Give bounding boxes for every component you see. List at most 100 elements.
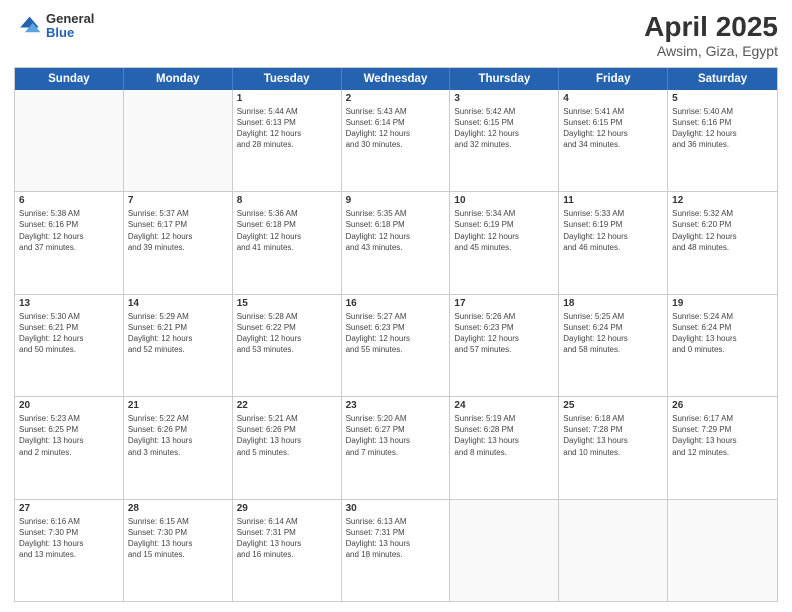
day-number: 2 (346, 93, 446, 104)
page: General Blue April 2025 Awsim, Giza, Egy… (0, 0, 792, 612)
logo-line1: General (46, 12, 94, 26)
calendar-week: 20 Sunrise: 5:23 AM Sunset: 6:25 PM Dayli… (15, 396, 777, 498)
day-info: Sunrise: 5:28 AM Sunset: 6:22 PM Dayligh… (237, 311, 337, 356)
calendar-body: 1Sunrise: 5:44 AM Sunset: 6:13 PM Daylig… (15, 90, 777, 601)
day-number: 29 (237, 503, 337, 514)
calendar-cell: 13 Sunrise: 5:30 AM Sunset: 6:21 PM Dayli… (15, 295, 124, 396)
calendar-cell (15, 90, 124, 191)
subtitle: Awsim, Giza, Egypt (644, 43, 778, 59)
day-info: Sunrise: 5:43 AM Sunset: 6:14 PM Dayligh… (346, 106, 446, 151)
day-info: Sunrise: 5:23 AM Sunset: 6:25 PM Dayligh… (19, 413, 119, 458)
day-number: 30 (346, 503, 446, 514)
day-info: Sunrise: 5:26 AM Sunset: 6:23 PM Dayligh… (454, 311, 554, 356)
day-number: 7 (128, 195, 228, 206)
day-info: Sunrise: 5:41 AM Sunset: 6:15 PM Dayligh… (563, 106, 663, 151)
day-number: 27 (19, 503, 119, 514)
day-info: Sunrise: 5:25 AM Sunset: 6:24 PM Dayligh… (563, 311, 663, 356)
calendar-week: 13 Sunrise: 5:30 AM Sunset: 6:21 PM Dayli… (15, 294, 777, 396)
calendar-cell: 17 Sunrise: 5:26 AM Sunset: 6:23 PM Dayli… (450, 295, 559, 396)
day-info: Sunrise: 5:24 AM Sunset: 6:24 PM Dayligh… (672, 311, 773, 356)
day-info: Sunrise: 5:42 AM Sunset: 6:15 PM Dayligh… (454, 106, 554, 151)
day-info: Sunrise: 6:16 AM Sunset: 7:30 PM Dayligh… (19, 516, 119, 561)
calendar-cell: 2 Sunrise: 5:43 AM Sunset: 6:14 PM Daylig… (342, 90, 451, 191)
day-number: 18 (563, 298, 663, 309)
day-info: Sunrise: 5:29 AM Sunset: 6:21 PM Dayligh… (128, 311, 228, 356)
day-number: 26 (672, 400, 773, 411)
day-number: 3 (454, 93, 554, 104)
day-info: Sunrise: 5:30 AM Sunset: 6:21 PM Dayligh… (19, 311, 119, 356)
calendar-cell: 9 Sunrise: 5:35 AM Sunset: 6:18 PM Daylig… (342, 192, 451, 293)
day-number: 25 (563, 400, 663, 411)
day-info: Sunrise: 5:40 AM Sunset: 6:16 PM Dayligh… (672, 106, 773, 151)
main-title: April 2025 (644, 12, 778, 43)
day-info: Sunrise: 5:27 AM Sunset: 6:23 PM Dayligh… (346, 311, 446, 356)
day-number: 16 (346, 298, 446, 309)
day-number: 13 (19, 298, 119, 309)
calendar-cell: 21Sunrise: 5:22 AM Sunset: 6:26 PM Dayli… (124, 397, 233, 498)
day-number: 8 (237, 195, 337, 206)
calendar-week: 27 Sunrise: 6:16 AM Sunset: 7:30 PM Dayli… (15, 499, 777, 601)
calendar-cell: 4Sunrise: 5:41 AM Sunset: 6:15 PM Daylig… (559, 90, 668, 191)
day-info: Sunrise: 5:36 AM Sunset: 6:18 PM Dayligh… (237, 208, 337, 253)
logo-text: General Blue (46, 12, 94, 41)
day-number: 23 (346, 400, 446, 411)
calendar-cell: 7 Sunrise: 5:37 AM Sunset: 6:17 PM Daylig… (124, 192, 233, 293)
calendar-cell (559, 500, 668, 601)
calendar-cell: 19 Sunrise: 5:24 AM Sunset: 6:24 PM Dayli… (668, 295, 777, 396)
day-info: Sunrise: 5:38 AM Sunset: 6:16 PM Dayligh… (19, 208, 119, 253)
day-number: 28 (128, 503, 228, 514)
calendar-week: 1Sunrise: 5:44 AM Sunset: 6:13 PM Daylig… (15, 90, 777, 191)
calendar-cell: 29 Sunrise: 6:14 AM Sunset: 7:31 PM Dayli… (233, 500, 342, 601)
day-info: Sunrise: 5:21 AM Sunset: 6:26 PM Dayligh… (237, 413, 337, 458)
day-info: Sunrise: 6:17 AM Sunset: 7:29 PM Dayligh… (672, 413, 773, 458)
day-number: 11 (563, 195, 663, 206)
day-number: 22 (237, 400, 337, 411)
calendar-cell: 27 Sunrise: 6:16 AM Sunset: 7:30 PM Dayli… (15, 500, 124, 601)
day-info: Sunrise: 6:15 AM Sunset: 7:30 PM Dayligh… (128, 516, 228, 561)
day-number: 15 (237, 298, 337, 309)
calendar-header-cell: Saturday (668, 68, 777, 90)
calendar-cell: 11Sunrise: 5:33 AM Sunset: 6:19 PM Dayli… (559, 192, 668, 293)
header: General Blue April 2025 Awsim, Giza, Egy… (14, 12, 778, 59)
calendar-cell: 30 Sunrise: 6:13 AM Sunset: 7:31 PM Dayli… (342, 500, 451, 601)
logo: General Blue (14, 12, 94, 41)
day-info: Sunrise: 5:35 AM Sunset: 6:18 PM Dayligh… (346, 208, 446, 253)
day-info: Sunrise: 6:13 AM Sunset: 7:31 PM Dayligh… (346, 516, 446, 561)
calendar-cell: 10 Sunrise: 5:34 AM Sunset: 6:19 PM Dayli… (450, 192, 559, 293)
calendar-cell: 8 Sunrise: 5:36 AM Sunset: 6:18 PM Daylig… (233, 192, 342, 293)
day-info: Sunrise: 5:37 AM Sunset: 6:17 PM Dayligh… (128, 208, 228, 253)
calendar-cell: 6Sunrise: 5:38 AM Sunset: 6:16 PM Daylig… (15, 192, 124, 293)
day-info: Sunrise: 5:20 AM Sunset: 6:27 PM Dayligh… (346, 413, 446, 458)
calendar-cell (668, 500, 777, 601)
day-info: Sunrise: 5:32 AM Sunset: 6:20 PM Dayligh… (672, 208, 773, 253)
calendar-cell: 22 Sunrise: 5:21 AM Sunset: 6:26 PM Dayli… (233, 397, 342, 498)
day-info: Sunrise: 6:14 AM Sunset: 7:31 PM Dayligh… (237, 516, 337, 561)
calendar-cell: 28 Sunrise: 6:15 AM Sunset: 7:30 PM Dayli… (124, 500, 233, 601)
calendar-cell (124, 90, 233, 191)
calendar-header-cell: Monday (124, 68, 233, 90)
calendar-header-cell: Friday (559, 68, 668, 90)
calendar-cell: 25 Sunrise: 6:18 AM Sunset: 7:28 PM Dayli… (559, 397, 668, 498)
calendar-cell: 12 Sunrise: 5:32 AM Sunset: 6:20 PM Dayli… (668, 192, 777, 293)
calendar-cell: 14 Sunrise: 5:29 AM Sunset: 6:21 PM Dayli… (124, 295, 233, 396)
calendar-cell: 20 Sunrise: 5:23 AM Sunset: 6:25 PM Dayli… (15, 397, 124, 498)
calendar-cell: 5 Sunrise: 5:40 AM Sunset: 6:16 PM Daylig… (668, 90, 777, 191)
calendar-cell: 23 Sunrise: 5:20 AM Sunset: 6:27 PM Dayli… (342, 397, 451, 498)
calendar-cell: 16 Sunrise: 5:27 AM Sunset: 6:23 PM Dayli… (342, 295, 451, 396)
day-number: 14 (128, 298, 228, 309)
calendar-cell: 15 Sunrise: 5:28 AM Sunset: 6:22 PM Dayli… (233, 295, 342, 396)
day-number: 12 (672, 195, 773, 206)
day-info: Sunrise: 6:18 AM Sunset: 7:28 PM Dayligh… (563, 413, 663, 458)
day-info: Sunrise: 5:19 AM Sunset: 6:28 PM Dayligh… (454, 413, 554, 458)
day-number: 10 (454, 195, 554, 206)
day-number: 17 (454, 298, 554, 309)
day-number: 5 (672, 93, 773, 104)
day-number: 20 (19, 400, 119, 411)
calendar-cell: 3 Sunrise: 5:42 AM Sunset: 6:15 PM Daylig… (450, 90, 559, 191)
day-number: 19 (672, 298, 773, 309)
day-number: 9 (346, 195, 446, 206)
calendar-header-row: SundayMondayTuesdayWednesdayThursdayFrid… (15, 68, 777, 90)
day-info: Sunrise: 5:34 AM Sunset: 6:19 PM Dayligh… (454, 208, 554, 253)
calendar-week: 6Sunrise: 5:38 AM Sunset: 6:16 PM Daylig… (15, 191, 777, 293)
calendar-cell: 1Sunrise: 5:44 AM Sunset: 6:13 PM Daylig… (233, 90, 342, 191)
